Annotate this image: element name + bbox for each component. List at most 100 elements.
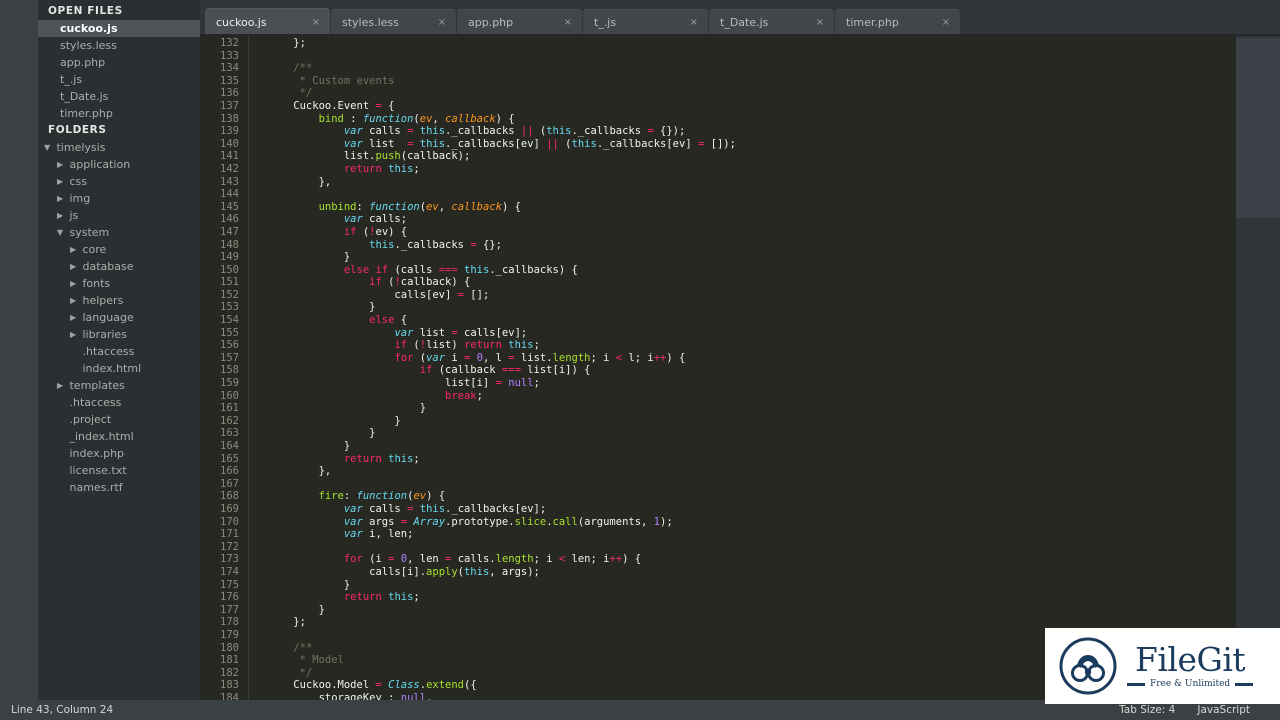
code-line[interactable]: else { (249, 314, 1236, 327)
tab-size-label[interactable]: Tab Size: 4 (1119, 704, 1197, 716)
code-content[interactable]: }; /** * Custom events */ Cuckoo.Event =… (249, 36, 1236, 700)
code-line[interactable]: list.push(callback); (249, 150, 1236, 163)
tree-file-item[interactable]: .htaccess (38, 343, 200, 360)
code-line[interactable]: Cuckoo.Event = { (249, 100, 1236, 113)
code-line[interactable]: }, (249, 465, 1236, 478)
chevron-right-icon[interactable] (70, 241, 79, 258)
code-line[interactable]: var list = calls[ev]; (249, 327, 1236, 340)
chevron-down-icon[interactable] (44, 139, 53, 156)
tree-file-item[interactable]: license.txt (38, 462, 200, 479)
tab-close-icon[interactable]: × (814, 17, 826, 28)
tree-file-item[interactable]: .htaccess (38, 394, 200, 411)
code-line[interactable]: calls[ev] = []; (249, 289, 1236, 302)
open-file-item[interactable]: timer.php (38, 105, 200, 122)
tree-folder-item[interactable]: img (38, 190, 200, 207)
tree-folder-item[interactable]: helpers (38, 292, 200, 309)
code-line[interactable]: } (249, 415, 1236, 428)
open-file-item[interactable]: app.php (38, 54, 200, 71)
tree-folder-item[interactable]: timelysis (38, 139, 200, 156)
code-line[interactable]: */ (249, 87, 1236, 100)
code-line[interactable]: } (249, 604, 1236, 617)
tree-folder-item[interactable]: templates (38, 377, 200, 394)
code-line[interactable]: else if (calls === this._callbacks) { (249, 264, 1236, 277)
open-file-item[interactable]: styles.less (38, 37, 200, 54)
code-line[interactable]: return this; (249, 163, 1236, 176)
code-line[interactable]: list[i] = null; (249, 377, 1236, 390)
code-line[interactable]: return this; (249, 591, 1236, 604)
code-viewport[interactable]: 132 133 134 135 136 137 138 139 140 141 142 143 144 1… (200, 36, 1280, 700)
sidebar[interactable]: OPEN FILES cuckoo.js styles.less app.php t_… (38, 0, 200, 700)
tab-close-icon[interactable]: × (562, 17, 574, 28)
code-line[interactable]: } (249, 440, 1236, 453)
chevron-right-icon[interactable] (70, 275, 79, 292)
tree-folder-item[interactable]: system (38, 224, 200, 241)
tab-close-icon[interactable]: × (436, 17, 448, 28)
open-file-item[interactable]: cuckoo.js (38, 20, 200, 37)
code-line[interactable]: * Custom events (249, 75, 1236, 88)
tab-bar[interactable]: cuckoo.js × styles.less × app.php × t_.js × t_Da… (200, 0, 1280, 36)
chevron-right-icon[interactable] (70, 309, 79, 326)
code-line[interactable]: }, (249, 176, 1236, 189)
code-line[interactable]: if (!callback) { (249, 276, 1236, 289)
code-line[interactable]: fire: function(ev) { (249, 490, 1236, 503)
code-line[interactable]: } (249, 579, 1236, 592)
chevron-right-icon[interactable] (70, 292, 79, 309)
code-line[interactable] (249, 50, 1236, 63)
tree-folder-item[interactable]: libraries (38, 326, 200, 343)
scrollbar-thumb[interactable] (1236, 38, 1280, 218)
tree-folder-item[interactable]: language (38, 309, 200, 326)
code-line[interactable]: var i, len; (249, 528, 1236, 541)
tab-close-icon[interactable]: × (310, 17, 322, 28)
editor-tab[interactable]: app.php × (457, 9, 582, 36)
tree-folder-item[interactable]: css (38, 173, 200, 190)
chevron-right-icon[interactable] (70, 258, 79, 275)
code-line[interactable]: } (249, 402, 1236, 415)
tree-file-item[interactable]: names.rtf (38, 479, 200, 496)
code-line[interactable]: if (callback === list[i]) { (249, 364, 1236, 377)
code-line[interactable] (249, 478, 1236, 491)
code-line[interactable]: /** (249, 62, 1236, 75)
syntax-label[interactable]: JavaScript (1197, 704, 1280, 716)
folder-tree[interactable]: timelysis application css img js system … (38, 139, 200, 496)
code-line[interactable] (249, 541, 1236, 554)
code-line[interactable]: for (var i = 0, l = list.length; i < l; … (249, 352, 1236, 365)
editor-tab[interactable]: timer.php × (835, 9, 960, 36)
code-line[interactable]: var args = Array.prototype.slice.call(ar… (249, 516, 1236, 529)
code-line[interactable]: calls[i].apply(this, args); (249, 566, 1236, 579)
tab-close-icon[interactable]: × (940, 17, 952, 28)
tree-file-item[interactable]: .project (38, 411, 200, 428)
chevron-down-icon[interactable] (57, 224, 66, 241)
code-line[interactable]: var calls = this._callbacks[ev]; (249, 503, 1236, 516)
tab-close-icon[interactable]: × (688, 17, 700, 28)
tree-file-item[interactable]: _index.html (38, 428, 200, 445)
open-file-item[interactable]: t_.js (38, 71, 200, 88)
chevron-right-icon[interactable] (57, 190, 66, 207)
code-line[interactable]: bind : function(ev, callback) { (249, 113, 1236, 126)
chevron-right-icon[interactable] (57, 377, 66, 394)
open-file-item[interactable]: t_Date.js (38, 88, 200, 105)
editor-tab[interactable]: t_.js × (583, 9, 708, 36)
code-line[interactable]: } (249, 251, 1236, 264)
open-files-list[interactable]: cuckoo.js styles.less app.php t_.js t_Date.j… (38, 20, 200, 122)
chevron-right-icon[interactable] (57, 207, 66, 224)
tree-folder-item[interactable]: application (38, 156, 200, 173)
vertical-scrollbar[interactable] (1236, 36, 1280, 700)
code-line[interactable]: } (249, 427, 1236, 440)
tree-folder-item[interactable]: database (38, 258, 200, 275)
code-line[interactable]: for (i = 0, len = calls.length; i < len;… (249, 553, 1236, 566)
chevron-right-icon[interactable] (57, 156, 66, 173)
code-line[interactable]: if (!ev) { (249, 226, 1236, 239)
chevron-right-icon[interactable] (57, 173, 66, 190)
code-line[interactable]: unbind: function(ev, callback) { (249, 201, 1236, 214)
code-line[interactable]: var calls; (249, 213, 1236, 226)
code-line[interactable]: if (!list) return this; (249, 339, 1236, 352)
code-line[interactable]: var list = this._callbacks[ev] || (this.… (249, 138, 1236, 151)
editor-tab[interactable]: t_Date.js × (709, 9, 834, 36)
code-line[interactable]: break; (249, 390, 1236, 403)
tree-file-item[interactable]: index.php (38, 445, 200, 462)
code-line[interactable]: return this; (249, 453, 1236, 466)
tree-folder-item[interactable]: core (38, 241, 200, 258)
code-line[interactable]: var calls = this._callbacks || (this._ca… (249, 125, 1236, 138)
code-line[interactable] (249, 188, 1236, 201)
code-line[interactable]: }; (249, 37, 1236, 50)
